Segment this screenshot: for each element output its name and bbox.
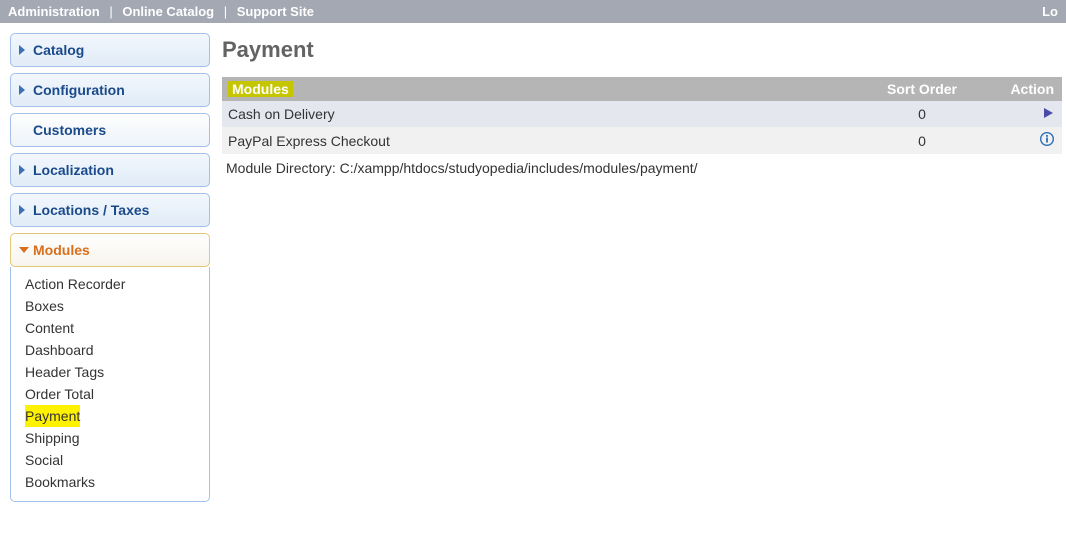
table-row[interactable]: Cash on Delivery 0 [222,101,1062,127]
topbar-separator: | [103,4,118,19]
chevron-down-icon [19,247,29,253]
sidebar-submenu-modules: Action Recorder Boxes Content Dashboard … [10,267,210,502]
content: Payment Modules Sort Order Action Cash o… [210,33,1062,508]
page-title: Payment [222,37,1062,63]
submenu-item-boxes[interactable]: Boxes [25,295,64,317]
submenu-item-bookmarks[interactable]: Bookmarks [25,471,95,493]
topbar-login-truncated[interactable]: Lo [1042,4,1058,19]
topbar-link-online-catalog[interactable]: Online Catalog [122,4,214,19]
submenu-item-order-total[interactable]: Order Total [25,383,94,405]
chevron-right-icon [19,205,25,215]
submenu-item-payment[interactable]: Payment [25,405,80,427]
module-name-cell: PayPal Express Checkout [222,127,862,154]
topbar-link-administration[interactable]: Administration [8,4,100,19]
sidebar-item-label: Customers [33,122,106,138]
submenu-item-dashboard[interactable]: Dashboard [25,339,94,361]
chevron-right-icon [19,45,25,55]
modules-table: Modules Sort Order Action Cash on Delive… [222,77,1062,154]
table-row[interactable]: PayPal Express Checkout 0 [222,127,1062,154]
submenu-item-header-tags[interactable]: Header Tags [25,361,104,383]
sidebar-item-label: Catalog [33,42,84,58]
sidebar-item-configuration[interactable]: Configuration [10,73,210,107]
submenu-item-shipping[interactable]: Shipping [25,427,80,449]
col-header-sort-order: Sort Order [862,77,982,101]
submenu-item-action-recorder[interactable]: Action Recorder [25,273,125,295]
sidebar-item-modules[interactable]: Modules [10,233,210,267]
sidebar: Catalog Configuration Customers Localiza… [10,33,210,508]
module-action-cell [982,101,1062,127]
col-header-action: Action [982,77,1062,101]
col-header-modules-label: Modules [228,81,293,97]
submenu-item-social[interactable]: Social [25,449,63,471]
module-directory-path: C:/xampp/htdocs/studyopedia/includes/mod… [340,160,698,176]
info-icon[interactable] [1040,133,1054,149]
sidebar-item-label: Locations / Taxes [33,202,149,218]
sidebar-item-localization[interactable]: Localization [10,153,210,187]
sidebar-item-locations-taxes[interactable]: Locations / Taxes [10,193,210,227]
sidebar-item-label: Localization [33,162,114,178]
sidebar-item-customers[interactable]: Customers [10,113,210,147]
submenu-item-content[interactable]: Content [25,317,74,339]
sidebar-item-label: Modules [33,242,90,258]
sidebar-item-catalog[interactable]: Catalog [10,33,210,67]
chevron-right-icon [19,165,25,175]
module-directory-label: Module Directory: [226,160,340,176]
sidebar-item-label: Configuration [33,82,125,98]
play-icon[interactable] [1042,106,1054,122]
topbar: Administration | Online Catalog | Suppor… [0,0,1066,23]
module-sort-cell: 0 [862,101,982,127]
module-directory: Module Directory: C:/xampp/htdocs/studyo… [222,154,1062,182]
topbar-link-support-site[interactable]: Support Site [237,4,314,19]
chevron-right-icon [19,85,25,95]
topbar-right: Lo [1042,0,1058,23]
module-sort-cell: 0 [862,127,982,154]
module-name-cell: Cash on Delivery [222,101,862,127]
topbar-separator: | [218,4,233,19]
col-header-modules: Modules [222,77,862,101]
module-action-cell [982,127,1062,154]
topbar-left: Administration | Online Catalog | Suppor… [8,0,314,23]
